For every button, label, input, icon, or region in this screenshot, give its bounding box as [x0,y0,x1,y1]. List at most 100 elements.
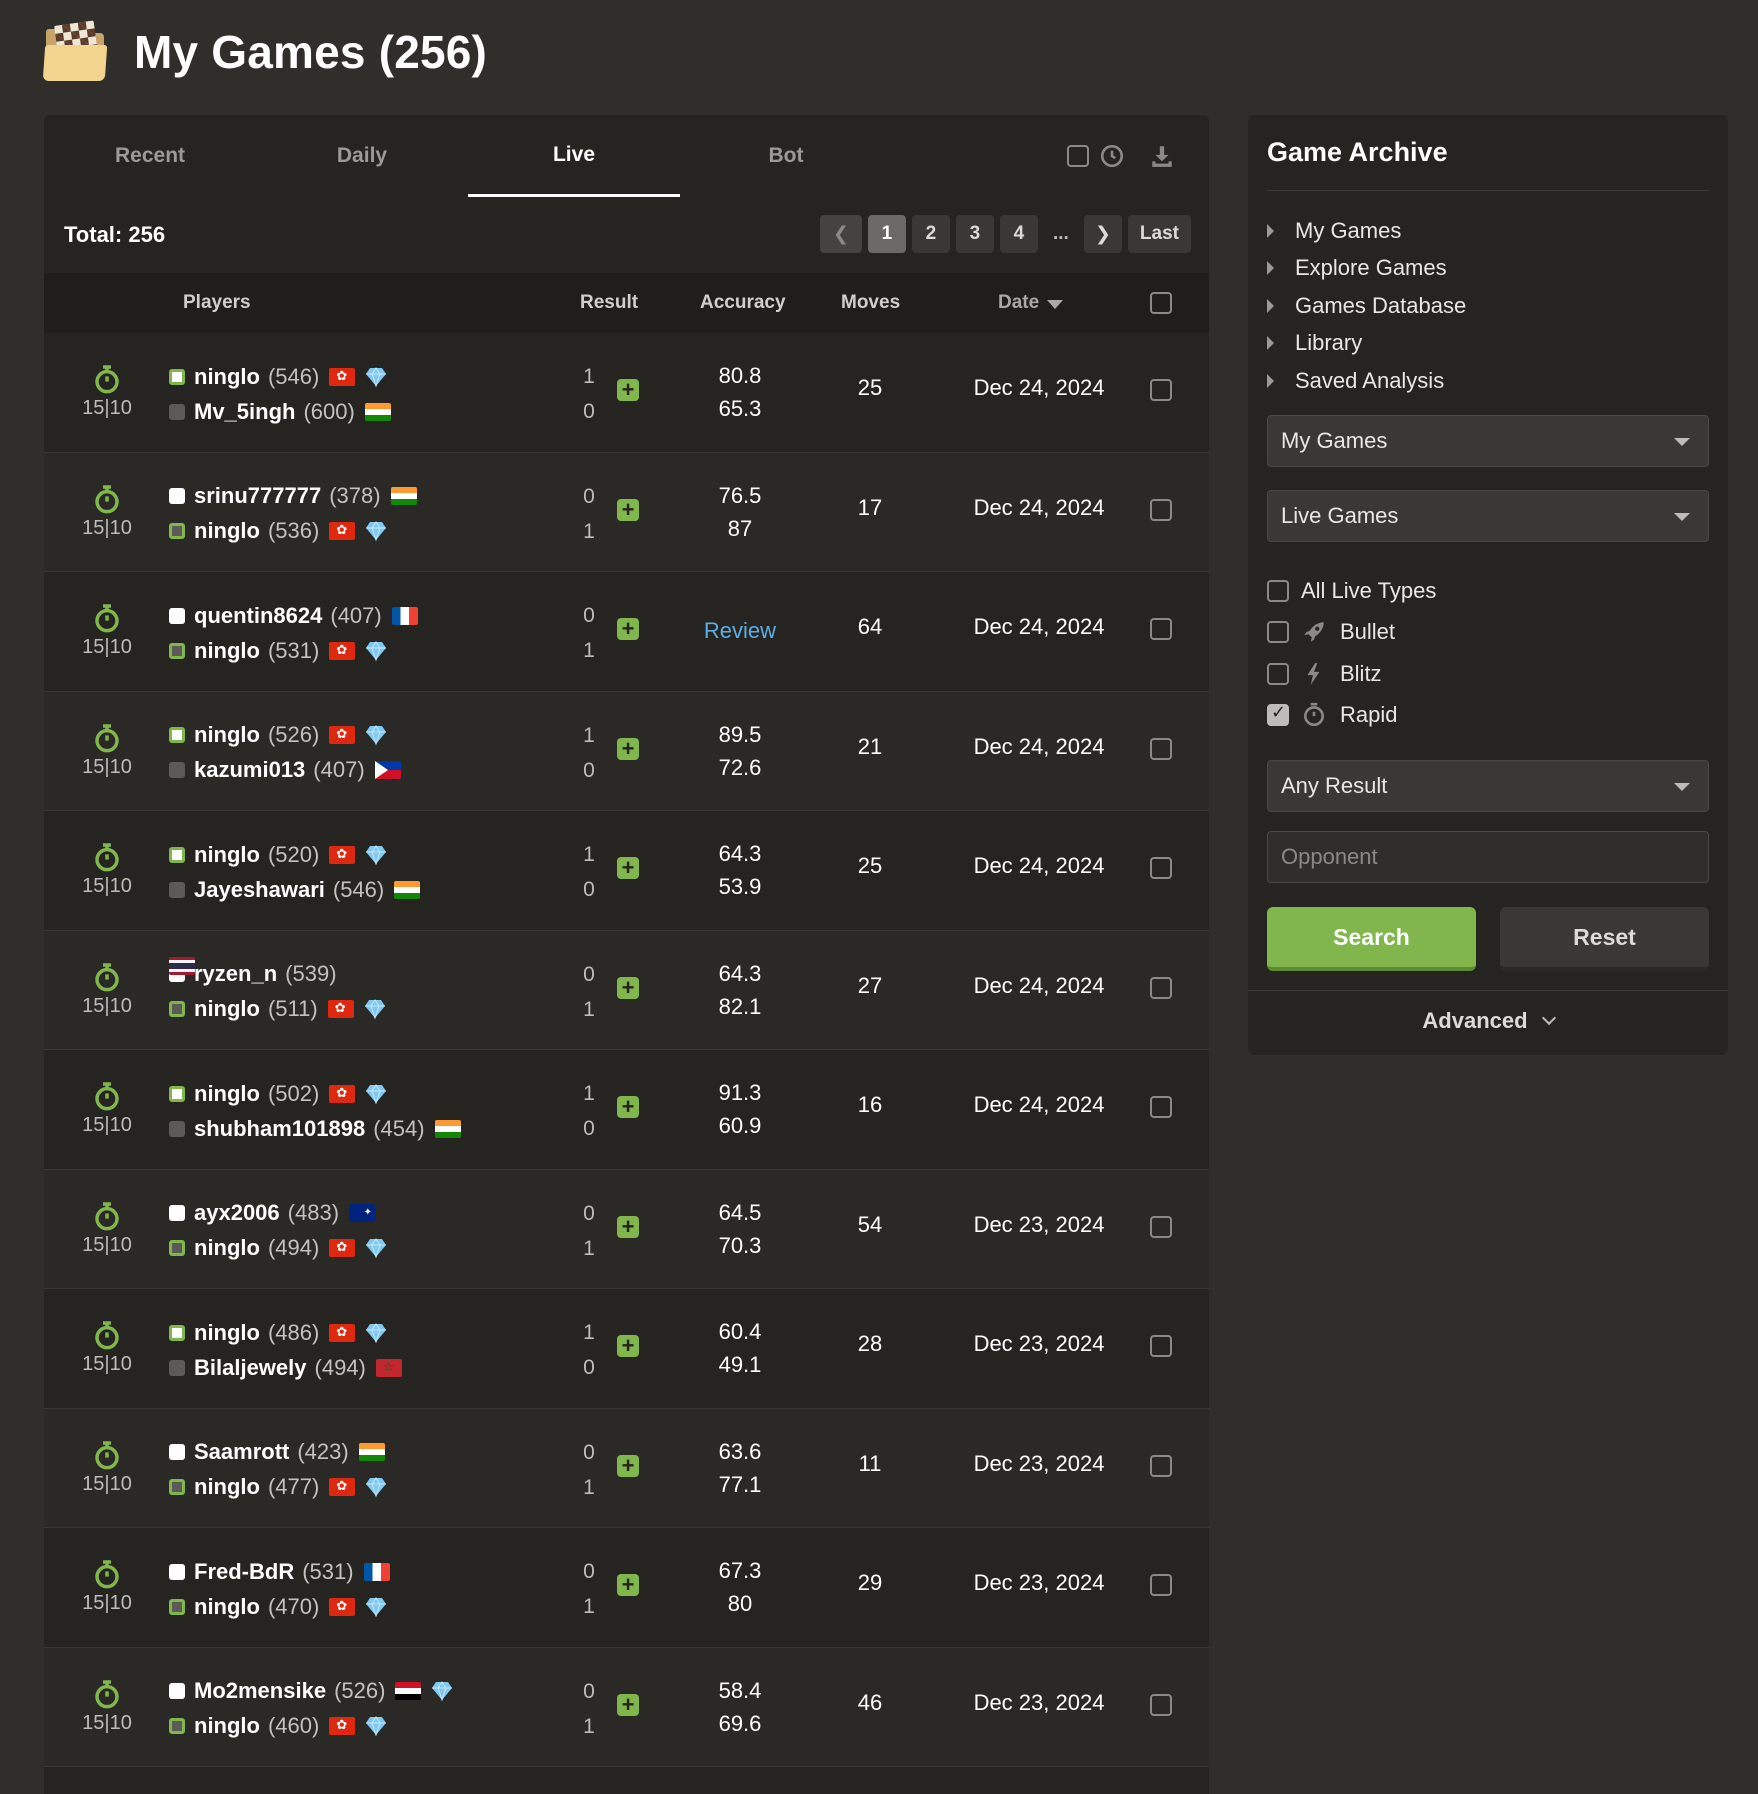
search-button[interactable]: Search [1267,907,1476,971]
player-name[interactable]: ninglo [194,1474,260,1500]
player-name[interactable]: ninglo [194,1235,260,1261]
row-select[interactable] [1150,618,1172,640]
table-row[interactable]: 15|10ninglo(486)Bilaljewely(494)10+60.44… [44,1289,1209,1409]
player-name[interactable]: ayx2006 [194,1200,280,1226]
row-select[interactable] [1150,857,1172,879]
select-all-checkbox[interactable] [1067,145,1089,167]
review-link[interactable]: Review [670,614,810,647]
bullet-checkbox[interactable] [1267,621,1289,644]
table-row[interactable]: 15|10Mo2mensike(526)ninglo(460)01+58.469… [44,1647,1209,1767]
row-select[interactable] [1150,976,1172,999]
row-checkbox[interactable] [1150,857,1172,879]
sidebar-link-games-database[interactable]: Games Database [1267,287,1466,325]
table-row[interactable]: 15|10Saamrott(423)ninglo(477)01+63.677.1… [44,1408,1209,1528]
player-name[interactable]: ninglo [194,1320,260,1346]
player-name[interactable]: ninglo [194,1594,260,1620]
sidebar-link-saved-analysis[interactable]: Saved Analysis [1267,362,1466,400]
row-select[interactable] [1150,379,1172,401]
prev-page-button[interactable]: ❮ [819,215,862,253]
row-checkbox[interactable] [1150,618,1172,640]
player-name[interactable]: ninglo [194,1081,260,1107]
tab-recent[interactable]: Recent [44,115,256,197]
player-name[interactable]: ninglo [194,638,260,664]
download-icon[interactable] [1149,143,1175,169]
player-name[interactable]: Bilaljewely [194,1355,307,1381]
page-button-4[interactable]: 4 [999,215,1038,253]
row-select[interactable] [1150,498,1172,521]
player-name[interactable]: Fred-BdR [194,1559,294,1585]
rapid-checkbox[interactable] [1267,702,1289,727]
page-button-3[interactable]: 3 [955,215,994,253]
filter-all-live-types[interactable]: All Live Types [1267,570,1436,612]
player-name[interactable]: kazumi013 [194,757,305,783]
sidebar-link-my-games[interactable]: My Games [1267,212,1466,250]
player-name[interactable]: ninglo [194,842,260,868]
player-name[interactable]: ninglo [194,364,260,390]
plus-icon: + [617,379,639,401]
table-row[interactable]: 15|10ninglo(502)shubham101898(454)10+91.… [44,1050,1209,1170]
reset-button[interactable]: Reset [1500,907,1709,971]
table-row[interactable]: 15|10ayx2006(483)ninglo(494)01+64.570.35… [44,1169,1209,1289]
player-name[interactable]: ryzen_n [194,961,277,987]
time-control: 15|10 [80,1439,134,1496]
tab-bot[interactable]: Bot [680,115,892,197]
player-name[interactable]: Mo2mensike [194,1678,326,1704]
date-sort-header[interactable]: Date [998,273,1064,333]
filter-rapid[interactable]: Rapid [1267,695,1436,737]
row-select[interactable] [1150,1335,1172,1357]
row-checkbox[interactable] [1150,1454,1172,1477]
player-name[interactable]: ninglo [194,1713,260,1739]
player-name[interactable]: Jayeshawari [194,877,325,903]
page-button-2[interactable]: 2 [911,215,950,253]
games-source-select[interactable]: My Games [1267,415,1709,467]
row-checkbox[interactable] [1150,1574,1172,1596]
player-name[interactable]: quentin8624 [194,603,322,629]
next-page-button[interactable]: ❯ [1083,215,1122,253]
player-name[interactable]: srinu777777 [194,483,321,509]
clock-icon[interactable] [1099,143,1125,169]
player-name[interactable]: Mv_5ingh [194,399,295,425]
row-checkbox[interactable] [1150,1215,1172,1238]
row-checkbox[interactable] [1150,379,1172,401]
table-row[interactable]: 15|10ninglo(546)Mv_5ingh(600)10+80.865.3… [44,333,1209,453]
filter-bullet[interactable]: Bullet [1267,612,1436,654]
player-name[interactable]: shubham101898 [194,1116,365,1142]
row-select[interactable] [1150,737,1172,760]
player-name[interactable]: ninglo [194,518,260,544]
table-row[interactable]: 15|10ninglo(520)Jayeshawari(546)10+64.35… [44,811,1209,931]
game-type-select[interactable]: Live Games [1267,490,1709,542]
row-checkbox[interactable] [1150,737,1172,760]
row-select[interactable] [1150,1454,1172,1477]
filter-blitz[interactable]: Blitz [1267,653,1436,695]
table-row[interactable]: 15|10srinu777777(378)ninglo(536)01+76.58… [44,452,1209,572]
row-select[interactable] [1150,1693,1172,1716]
table-row[interactable]: 15|10quentin8624(407)ninglo(531)01+Revie… [44,572,1209,692]
row-checkbox[interactable] [1150,1096,1172,1118]
row-checkbox[interactable] [1150,1693,1172,1716]
last-page-button[interactable]: Last [1127,215,1191,253]
row-checkbox[interactable] [1150,1335,1172,1357]
row-select[interactable] [1150,1096,1172,1118]
page-button-1[interactable]: 1 [867,215,906,253]
header-select-all[interactable] [1150,273,1172,333]
table-row[interactable]: 15|10ryzen_n(539)ninglo(511)01+64.382.12… [44,930,1209,1050]
row-checkbox[interactable] [1150,498,1172,521]
sidebar-link-explore-games[interactable]: Explore Games [1267,250,1466,288]
sidebar-link-library[interactable]: Library [1267,325,1466,363]
advanced-toggle[interactable]: Advanced [1248,1008,1728,1034]
row-checkbox[interactable] [1150,976,1172,999]
player-name[interactable]: ninglo [194,996,260,1022]
all-live-types-checkbox[interactable] [1267,579,1289,602]
header-checkbox[interactable] [1150,292,1172,314]
table-row[interactable]: 15|10ninglo(526)kazumi013(407)10+89.572.… [44,691,1209,811]
blitz-checkbox[interactable] [1267,662,1289,685]
row-select[interactable] [1150,1215,1172,1238]
tab-live[interactable]: Live [468,115,680,197]
player-name[interactable]: ninglo [194,722,260,748]
opponent-input[interactable] [1267,831,1709,883]
player-name[interactable]: Saamrott [194,1439,289,1465]
result-filter-select[interactable]: Any Result [1267,760,1709,812]
row-select[interactable] [1150,1574,1172,1596]
tab-daily[interactable]: Daily [256,115,468,197]
table-row[interactable]: 15|10Fred-BdR(531)ninglo(470)01+67.38029… [44,1528,1209,1648]
